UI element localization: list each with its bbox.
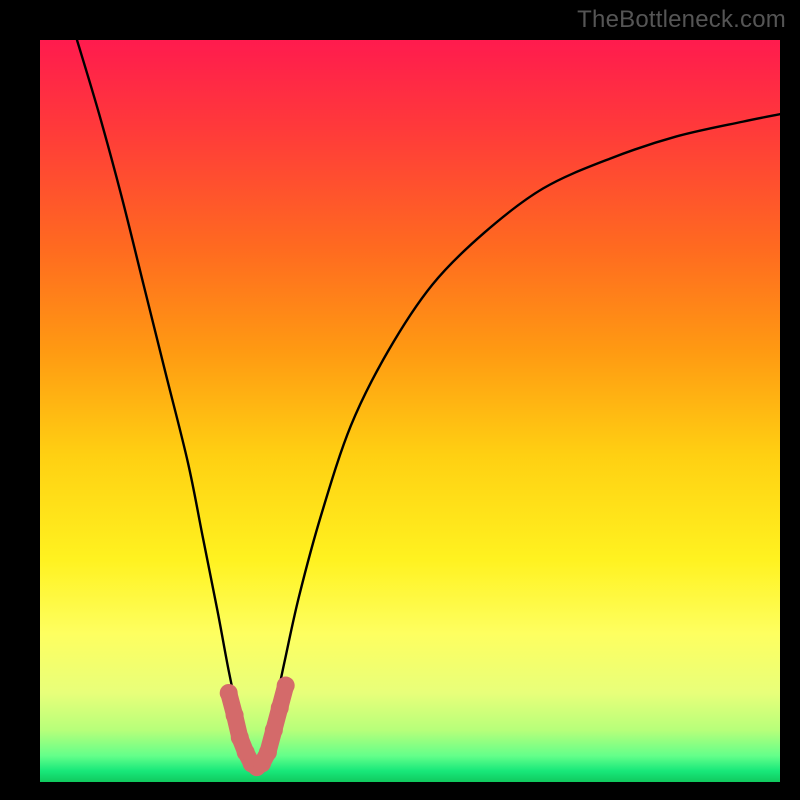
marker-dot <box>271 699 289 717</box>
chart-frame: TheBottleneck.com <box>0 0 800 800</box>
plot-area <box>40 40 780 782</box>
marker-dot <box>277 677 295 695</box>
marker-dot <box>220 684 238 702</box>
watermark-text: TheBottleneck.com <box>577 6 786 34</box>
marker-dot <box>259 743 277 761</box>
marker-dot <box>265 721 283 739</box>
gradient-background <box>40 40 780 782</box>
plot-svg <box>40 40 780 782</box>
marker-dot <box>226 706 244 724</box>
